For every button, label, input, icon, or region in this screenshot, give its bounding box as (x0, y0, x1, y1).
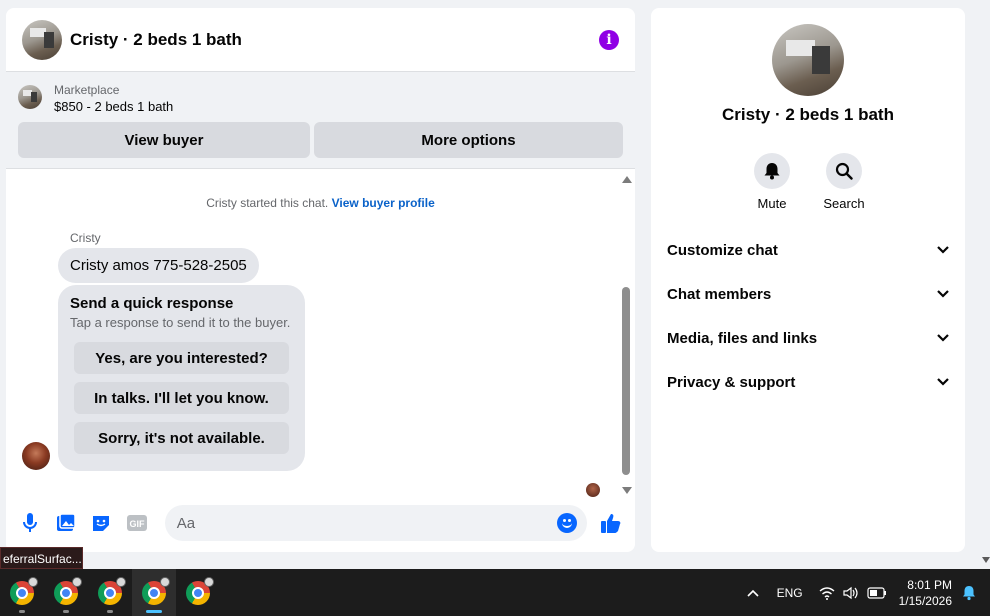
chat-title[interactable]: Cristy · 2 beds 1 bath (70, 30, 599, 50)
chat-panel: Cristy · 2 beds 1 bath i Marketplace $85… (6, 8, 635, 552)
svg-text:GIF: GIF (129, 519, 145, 529)
section-customize-chat[interactable]: Customize chat (667, 228, 949, 272)
clock-time: 8:01 PM (907, 577, 952, 592)
quick-response-button[interactable]: Yes, are you interested? (74, 342, 289, 374)
notification-bell-icon[interactable] (962, 585, 976, 601)
chrome-icon (186, 576, 214, 605)
sender-name: Cristy (70, 231, 101, 245)
volume-icon[interactable] (843, 586, 859, 600)
info-title: Cristy · 2 beds 1 bath (722, 105, 894, 124)
more-options-button[interactable]: More options (314, 122, 623, 158)
taskbar-chrome-5[interactable] (176, 569, 220, 616)
chevron-up-icon[interactable] (747, 589, 759, 597)
composer: GIF Aa (6, 505, 635, 541)
chat-started-text: Cristy started this chat. (206, 196, 329, 210)
marketplace-bar: Marketplace $850 - 2 beds 1 bath View bu… (6, 72, 635, 169)
emoji-icon[interactable] (557, 513, 578, 533)
taskbar: ENG 8:01 PM 1/15/2026 (0, 569, 990, 616)
chevron-down-icon (937, 246, 949, 254)
chrome-icon (54, 576, 82, 605)
photo-icon[interactable] (54, 511, 78, 535)
thumbs-up-icon[interactable] (599, 511, 623, 535)
mute-label: Mute (757, 196, 787, 211)
section-media-files-links[interactable]: Media, files and links (667, 316, 949, 360)
section-privacy-support[interactable]: Privacy & support (667, 360, 949, 404)
marketplace-label: Marketplace (54, 83, 120, 97)
message-scrollbar[interactable] (621, 176, 632, 494)
system-tray: ENG 8:01 PM 1/15/2026 (747, 569, 990, 616)
section-label: Chat members (667, 285, 772, 303)
chrome-icon (10, 576, 38, 605)
chrome-icon (142, 576, 170, 605)
quick-response-card: Send a quick response Tap a response to … (58, 285, 305, 471)
wifi-icon[interactable] (819, 586, 835, 600)
taskbar-tooltip: eferralSurfac... (0, 547, 83, 569)
section-label: Privacy & support (667, 373, 796, 391)
bell-icon[interactable] (754, 153, 790, 189)
message-input[interactable]: Aa (164, 505, 588, 541)
mute-action[interactable]: Mute (749, 153, 795, 211)
sticker-icon[interactable] (89, 511, 113, 535)
section-label: Customize chat (667, 241, 778, 259)
message-list: Cristy started this chat. View buyer pro… (6, 170, 635, 497)
taskbar-chrome-1[interactable] (0, 569, 44, 616)
search-action[interactable]: Search (821, 153, 867, 211)
scroll-thumb[interactable] (622, 287, 630, 475)
search-icon[interactable] (826, 153, 862, 189)
taskbar-chrome-4[interactable] (132, 569, 176, 616)
info-icon[interactable]: i (599, 29, 619, 50)
listing-thumbnail (18, 85, 42, 109)
clock[interactable]: 8:01 PM 1/15/2026 (899, 577, 952, 609)
section-chat-members[interactable]: Chat members (667, 272, 949, 316)
scroll-up-arrow-icon[interactable] (622, 176, 632, 183)
quick-response-button[interactable]: In talks. I'll let you know. (74, 382, 289, 414)
sender-avatar[interactable] (22, 442, 50, 470)
taskbar-chrome-2[interactable] (44, 569, 88, 616)
taskbar-chrome-3[interactable] (88, 569, 132, 616)
listing-price[interactable]: $850 - 2 beds 1 bath (54, 98, 173, 116)
microphone-icon[interactable] (18, 511, 42, 535)
language-indicator[interactable]: ENG (777, 586, 803, 600)
view-buyer-button[interactable]: View buyer (18, 122, 310, 158)
chat-started-notice: Cristy started this chat. View buyer pro… (6, 196, 635, 210)
quick-response-subtitle: Tap a response to send it to the buyer. (70, 315, 291, 330)
listing-avatar-large[interactable] (772, 24, 844, 96)
view-buyer-profile-link[interactable]: View buyer profile (332, 196, 435, 210)
chevron-down-icon (937, 334, 949, 342)
quick-response-button[interactable]: Sorry, it's not available. (74, 422, 289, 454)
chat-header: Cristy · 2 beds 1 bath i (6, 8, 635, 72)
listing-avatar[interactable] (22, 19, 62, 60)
chevron-down-icon (937, 290, 949, 298)
tooltip-text: eferralSurfac... (3, 552, 82, 566)
page-scroll-down-icon[interactable] (982, 557, 990, 563)
battery-icon[interactable] (867, 586, 887, 599)
chevron-down-icon (937, 378, 949, 386)
conversation-info-panel: Cristy · 2 beds 1 bath Mute Search Custo… (651, 8, 965, 552)
clock-date: 1/15/2026 (898, 593, 952, 608)
section-label: Media, files and links (667, 329, 818, 347)
quick-response-title: Send a quick response (70, 295, 234, 312)
search-label: Search (823, 196, 865, 211)
gif-icon[interactable]: GIF (125, 511, 149, 535)
scroll-down-arrow-icon[interactable] (622, 487, 632, 494)
message-input-placeholder: Aa (176, 514, 196, 532)
chrome-icon (98, 576, 126, 605)
message-bubble[interactable]: Cristy amos 775-528-2505 (58, 248, 259, 283)
seen-receipt-avatar (586, 483, 600, 497)
